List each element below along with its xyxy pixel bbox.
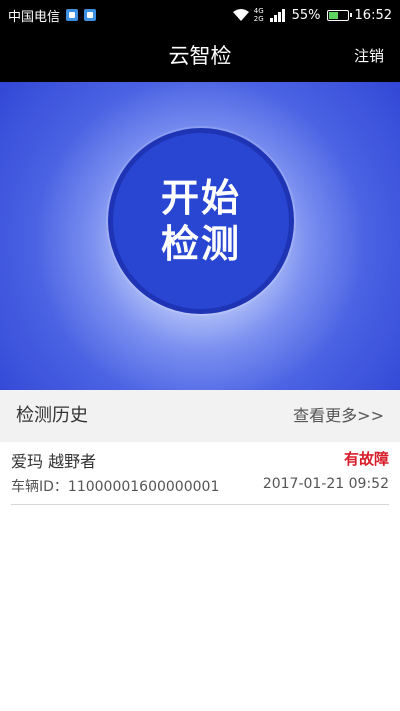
app-header: 云智检 注销 [0, 30, 400, 82]
app-notification-icon [84, 9, 97, 21]
fault-status-badge: 有故障 [343, 450, 389, 468]
hero-panel: 开始 检测 [0, 82, 400, 390]
start-detection-label-line1: 开始 [160, 176, 241, 220]
start-detection-button[interactable]: 开始 检测 [108, 128, 294, 314]
status-bar: 中国电信 4G 2G 55% 16:52 [0, 0, 400, 30]
page-title: 云智检 [168, 44, 232, 68]
start-detection-label-line2: 检测 [160, 222, 241, 266]
logout-button[interactable]: 注销 [354, 30, 384, 82]
notification-icon [66, 9, 79, 21]
status-bar-right: 4G 2G 55% 16:52 [226, 0, 392, 30]
status-bar-left: 中国电信 [8, 0, 102, 30]
battery-icon [326, 9, 352, 21]
carrier-name: 中国电信 [8, 9, 61, 25]
history-header: 检测历史 查看更多>> [0, 390, 400, 442]
vehicle-name: 爱玛 越野者 [11, 452, 97, 471]
history-title: 检测历史 [16, 405, 88, 426]
network-type-top: 4G [253, 7, 264, 15]
vehicle-id-value: 11000001600000001 [67, 479, 220, 495]
network-type: 4G 2G [254, 7, 264, 23]
signal-icon [269, 8, 285, 22]
app-screen: 中国电信 4G 2G 55% 16:52 云智检 注销 开始 检测 检测历史 查… [0, 0, 400, 711]
view-more-link[interactable]: 查看更多>> [293, 390, 384, 442]
detection-timestamp: 2017-01-21 09:52 [262, 476, 389, 492]
vehicle-id-label: 车辆ID： [11, 479, 68, 495]
wifi-icon [232, 9, 249, 21]
history-item[interactable]: 爱玛 越野者 有故障 车辆ID：11000001600000001 2017-0… [11, 442, 389, 505]
start-detection-label: 开始 检测 [146, 175, 256, 267]
clock: 16:52 [354, 7, 392, 23]
battery-percent: 55% [291, 7, 321, 23]
battery-fill [328, 11, 338, 19]
network-type-bottom: 2G [253, 15, 264, 23]
vehicle-id: 车辆ID：11000001600000001 [11, 476, 219, 496]
